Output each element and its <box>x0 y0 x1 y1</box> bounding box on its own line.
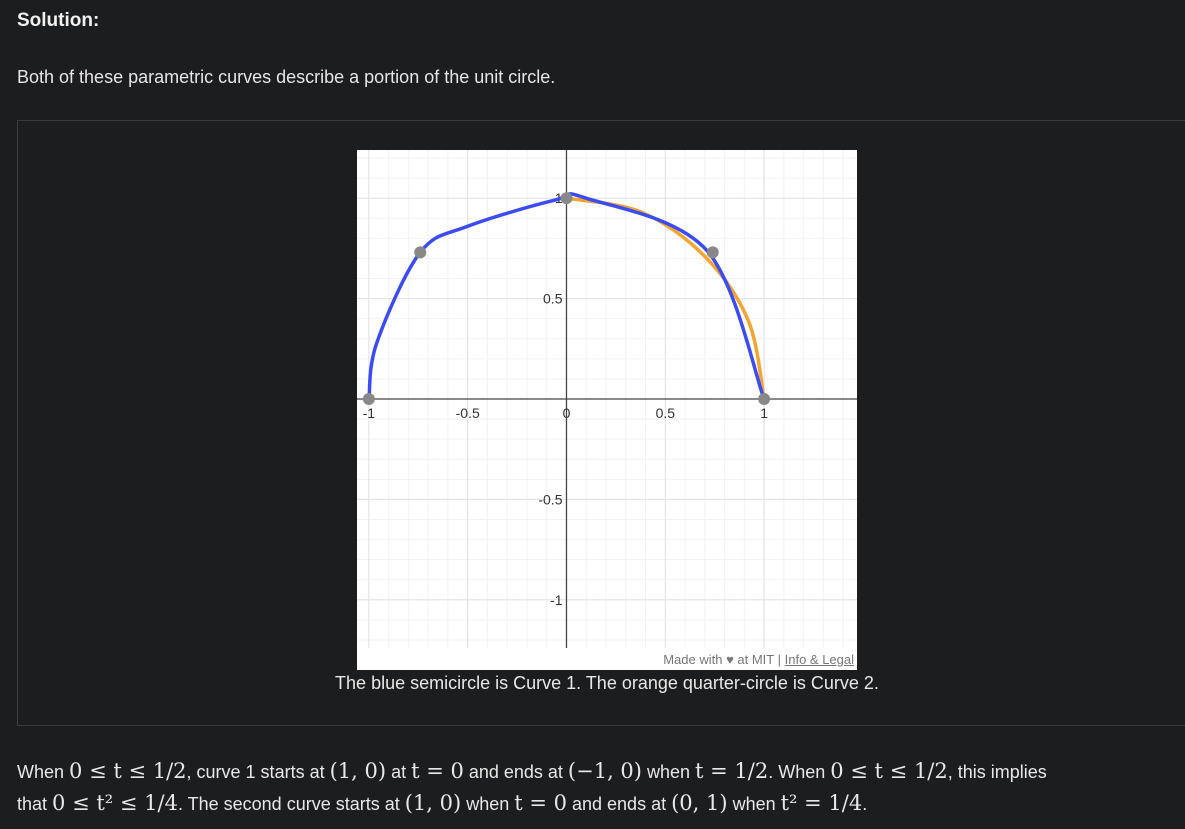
text-fragment: when <box>461 794 515 814</box>
point-marker <box>362 393 375 405</box>
info-legal-link[interactable]: Info & Legal <box>785 652 854 667</box>
graph-credit: Made with ♥ at MIT | Info & Legal <box>663 652 854 667</box>
text-fragment: When <box>17 762 70 782</box>
math-expression: (1, 0) <box>404 791 462 815</box>
math-expression: 0 ≤ t ≤ 1/2 <box>830 759 948 783</box>
y-tick-label: 0.5 <box>543 291 563 307</box>
text-fragment: . <box>862 794 868 814</box>
math-expression: (−1, 0) <box>567 759 642 783</box>
x-tick-label: 1 <box>760 405 768 421</box>
intro-text: Both of these parametric curves describe… <box>17 67 556 87</box>
text-fragment: when <box>641 762 696 782</box>
point-marker <box>560 192 573 205</box>
x-tick-label: 0.5 <box>656 405 676 421</box>
text-fragment: and ends at <box>463 762 568 782</box>
math-expression: (0, 1) <box>671 791 728 815</box>
y-tick-label: -0.5 <box>538 491 562 507</box>
solution-heading: Solution: <box>17 10 100 31</box>
explanation-line-1: When 0 ≤ t ≤ 1/2, curve 1 starts at (1, … <box>17 756 1182 788</box>
point-marker <box>414 246 427 259</box>
point-marker <box>758 393 771 405</box>
point-marker <box>706 246 719 259</box>
text-fragment: that <box>17 794 53 814</box>
x-tick-label: -0.5 <box>456 405 480 421</box>
text-fragment: when <box>727 794 781 814</box>
math-expression: t = 0 <box>514 791 567 815</box>
x-tick-label: 0 <box>563 405 571 421</box>
made-with-text: Made with ♥ at MIT | <box>663 652 785 667</box>
text-fragment: , curve 1 starts at <box>186 762 330 782</box>
math-expression: 0 ≤ t ≤ 1/2 <box>69 759 187 783</box>
text-fragment: at <box>386 762 412 782</box>
text-fragment: . The second curve starts at <box>177 794 405 814</box>
x-tick-label: -1 <box>363 405 376 421</box>
parametric-plot[interactable]: -1 -0.5 0 0.5 110.5-0.5-1 <box>357 150 857 670</box>
explanation-paragraph: When 0 ≤ t ≤ 1/2, curve 1 starts at (1, … <box>17 756 1182 820</box>
math-expression: t = 0 <box>411 759 464 783</box>
explanation-line-2: that 0 ≤ t² ≤ 1/4. The second curve star… <box>17 788 1182 820</box>
text-fragment: . When <box>768 762 831 782</box>
math-expression: t = 1/2 <box>695 759 769 783</box>
y-tick-label: -1 <box>550 592 563 608</box>
graph-widget[interactable]: -1 -0.5 0 0.5 1 1 0.5 -0.5 -1 Made with ♥ at MIT… <box>357 150 857 670</box>
text-fragment: , this implies <box>947 762 1047 782</box>
figure-caption: The blue semicircle is Curve 1. The oran… <box>335 673 879 693</box>
math-expression: (1, 0) <box>329 759 387 783</box>
math-expression: t² = 1/4 <box>780 791 863 815</box>
math-expression: 0 ≤ t² ≤ 1/4 <box>52 791 178 815</box>
text-fragment: and ends at <box>567 794 672 814</box>
